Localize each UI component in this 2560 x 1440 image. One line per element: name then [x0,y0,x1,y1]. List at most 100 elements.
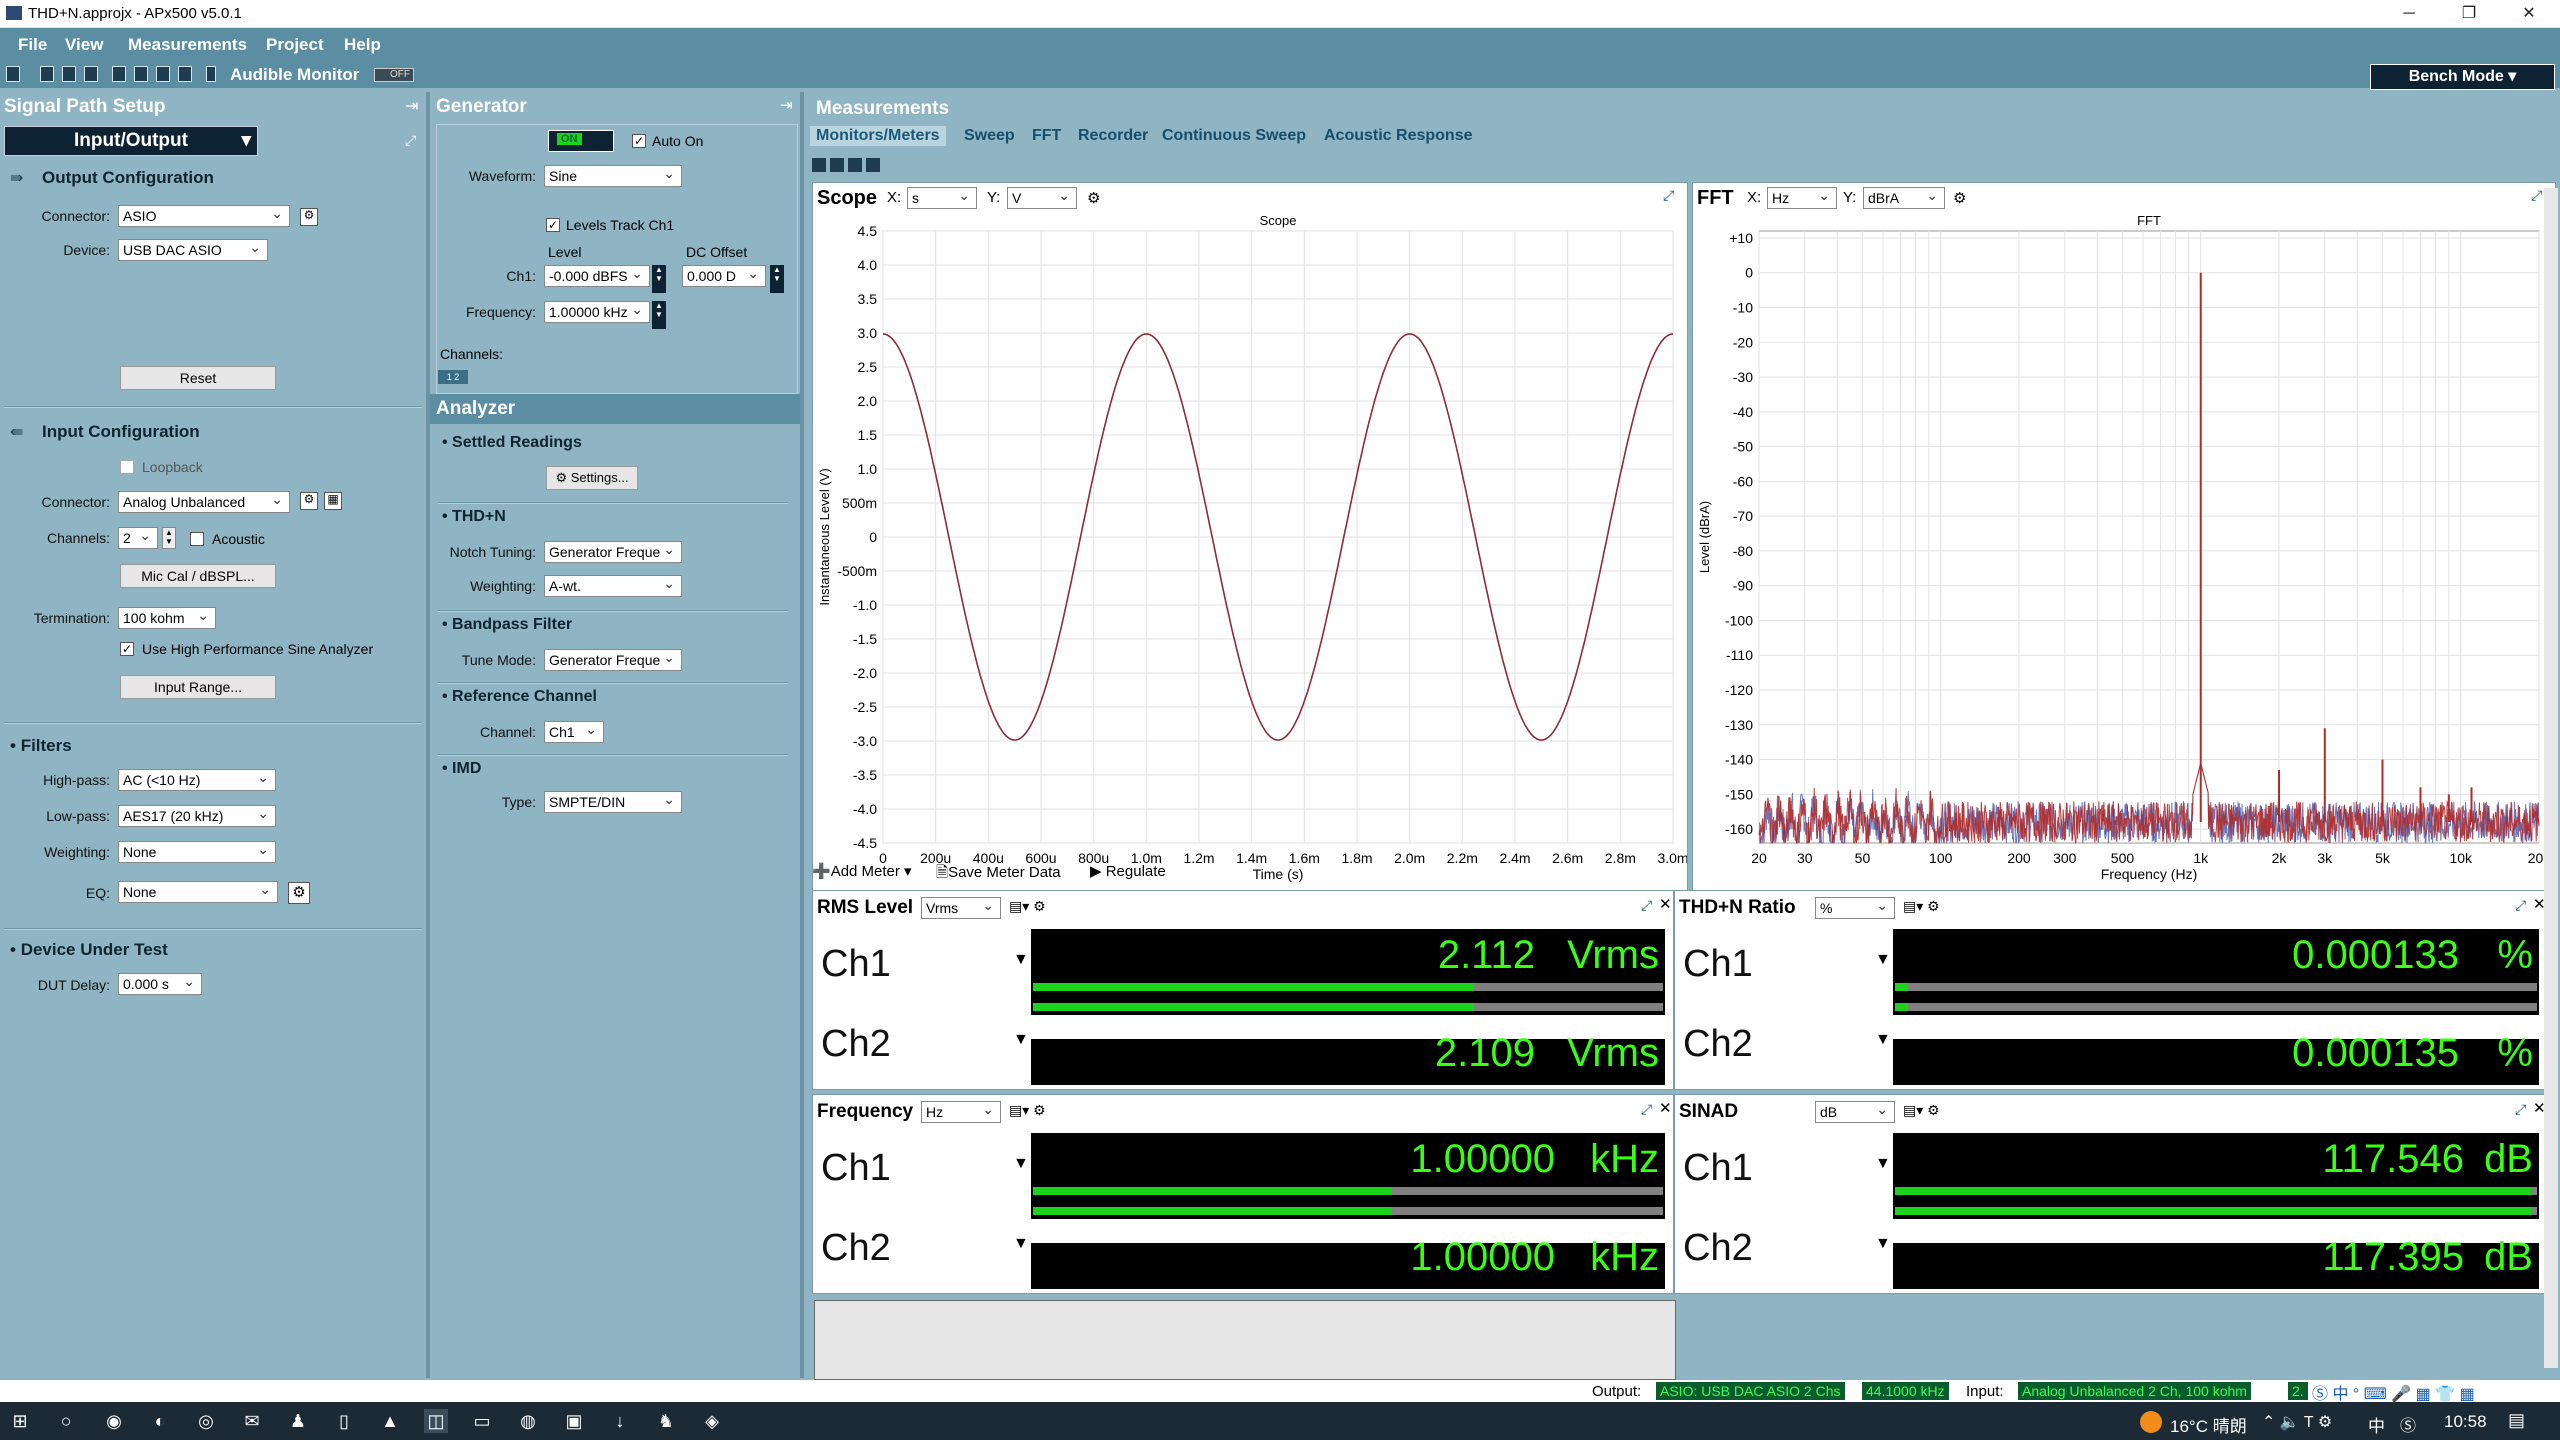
frequency-field[interactable]: 1.00000 kHz [544,301,650,323]
output-connector-select[interactable]: ASIO [118,205,290,227]
sample-rate-status[interactable]: 44.1000 kHz [1862,1382,1949,1400]
menu-view[interactable]: View [65,35,103,55]
meter-unit-select[interactable]: dB [1815,1101,1895,1123]
fft-chart[interactable]: FFT +10 0 -10 -20 -30 -40 -50 -60 -70 -80 -90 -100 -1… [1693,213,2555,941]
tab-recorder[interactable]: Recorder [1078,127,1148,145]
ch1-level-field[interactable]: -0.000 dBFS [544,265,650,287]
graph-tool-icon[interactable] [866,158,880,172]
app-icon[interactable]: ▣ [562,1409,586,1433]
generator-on-toggle[interactable]: ON [548,130,614,152]
input-output-dropdown[interactable]: Input/Output ▾ [4,126,258,156]
scope-x-unit-select[interactable]: s [907,187,977,209]
file-icon[interactable]: ▯ [332,1409,356,1433]
menu-file[interactable]: File [18,35,47,55]
levels-track-checkbox[interactable]: ✓ [546,218,560,232]
ch1-menu-icon[interactable]: ▼ [1875,1155,1891,1173]
waveform-select[interactable]: Sine [544,165,682,187]
meter-close-icon[interactable]: ✕ [1659,1099,1672,1117]
ch1-menu-icon[interactable]: ▼ [1013,1155,1029,1173]
capture-icon[interactable] [156,66,170,82]
imd-type-select[interactable]: SMPTE/DIN [544,791,682,813]
meter-options-icon[interactable]: ▤▾ ⚙ [1903,1102,1940,1119]
meter-options-icon[interactable]: ▤▾ ⚙ [1009,1102,1046,1119]
minimize-icon[interactable]: ─ [2380,0,2438,28]
add-meter-button[interactable]: ➕Add Meter ▾ [812,862,912,880]
termination-select[interactable]: 100 kohm [118,607,216,629]
auto-on-checkbox[interactable]: ✓ [632,134,646,148]
menu-help[interactable]: Help [344,35,381,55]
windows-start-icon[interactable]: ⊞ [8,1409,32,1433]
meter-close-icon[interactable]: ✕ [1659,895,1672,913]
app-icon[interactable]: ↓ [608,1409,632,1433]
scope-y-unit-select[interactable]: V [1007,187,1077,209]
ch2-menu-icon[interactable]: ▼ [1875,1031,1891,1049]
menu-measurements[interactable]: Measurements [128,35,247,55]
channel-toggle-icon[interactable]: 1 2 [438,370,468,384]
settings-icon[interactable] [84,66,98,82]
tab-fft[interactable]: FFT [1032,127,1061,145]
tab-continuous-sweep[interactable]: Continuous Sweep [1162,127,1306,145]
ch1-menu-icon[interactable]: ▼ [1875,951,1891,969]
dc-offset-field[interactable]: 0.000 D [682,265,766,287]
open-icon[interactable] [40,66,54,82]
dut-delay-field[interactable]: 0.000 s [118,973,202,995]
qq-icon[interactable]: ♟ [286,1409,310,1433]
output-status[interactable]: ASIO: USB DAC ASIO 2 Chs [1656,1382,1845,1400]
level-spin-icon[interactable]: ▲ ▼ [652,265,666,293]
save-icon[interactable] [62,66,76,82]
fft-y-unit-select[interactable]: dBrA [1863,187,1945,209]
input-status[interactable]: Analog Unbalanced 2 Ch, 100 kohm [2018,1382,2251,1400]
app-icon[interactable]: ◍ [516,1409,540,1433]
edge-icon[interactable]: ◐ [148,1409,172,1433]
ch1-menu-icon[interactable]: ▼ [1013,951,1029,969]
connector-settings-icon[interactable]: ⚙ [300,208,318,226]
meter-unit-select[interactable]: Vrms [921,897,1001,919]
meter-popout-icon[interactable]: ⤢ [1641,1101,1652,1118]
tray-icon[interactable]: Ⓢ [2400,1412,2416,1436]
acoustic-checkbox[interactable] [190,532,204,546]
folder-icon[interactable]: ▭ [470,1409,494,1433]
pin-icon[interactable]: ⇥ [780,96,793,114]
highpass-select[interactable]: AC (<10 Hz) [118,769,276,791]
regulate-button[interactable]: ▶ Regulate [1090,862,1166,880]
fft-settings-icon[interactable]: ⚙ [1953,189,1966,207]
scrollbar[interactable] [2544,188,2558,1368]
more-status[interactable]: 2. [2288,1382,2308,1400]
graph-tool-icon[interactable] [812,158,826,172]
fft-x-unit-select[interactable]: Hz [1767,187,1837,209]
tab-monitors-meters[interactable]: Monitors/Meters [810,126,946,146]
search-icon[interactable]: ○ [54,1409,78,1433]
reset-button[interactable]: Reset [120,366,276,390]
meter-popout-icon[interactable]: ⤢ [1641,897,1652,914]
meter-popout-icon[interactable]: ⤢ [2515,1101,2526,1118]
export-icon[interactable] [134,66,148,82]
mic-cal-button[interactable]: Mic Cal / dBSPL... [120,564,276,588]
apx-taskbar-icon[interactable]: ◫ [424,1409,448,1433]
loopback-checkbox[interactable] [120,460,134,474]
graph-tool-icon[interactable] [848,158,862,172]
ch2-menu-icon[interactable]: ▼ [1013,1031,1029,1049]
ch2-menu-icon[interactable]: ▼ [1875,1235,1891,1253]
report-icon[interactable] [112,66,126,82]
graph-tool-icon[interactable] [830,158,844,172]
input-connector-select[interactable]: Analog Unbalanced [118,491,290,513]
bench-mode-dropdown[interactable]: Bench Mode ▾ [2370,64,2555,90]
tab-sweep[interactable]: Sweep [964,127,1015,145]
tune-mode-select[interactable]: Generator Freque [544,649,682,671]
eq-settings-icon[interactable]: ⚙ [288,882,310,904]
meter-options-icon[interactable]: ▤▾ ⚙ [1009,898,1046,915]
close-icon[interactable]: ✕ [2500,0,2558,28]
maximize-icon[interactable]: ❐ [2440,0,2498,28]
pin-icon[interactable]: ⇥ [405,96,418,116]
dc-spin-icon[interactable]: ▲ ▼ [770,265,784,293]
settings-button[interactable]: ⚙ Settings... [546,466,638,490]
audible-monitor-toggle[interactable]: OFF [374,68,414,82]
channels-stepper[interactable]: 2 [118,527,158,549]
save-meter-button[interactable]: 🗎Save Meter Data [936,862,1061,887]
app-icon[interactable]: ♞ [654,1409,678,1433]
analyzer-weighting-select[interactable]: A-wt. [544,575,682,597]
app-icon[interactable]: ◉ [102,1409,126,1433]
ch2-menu-icon[interactable]: ▼ [1013,1235,1029,1253]
eq-field[interactable]: None [118,881,278,903]
input-range-button[interactable]: Input Range... [120,675,276,699]
